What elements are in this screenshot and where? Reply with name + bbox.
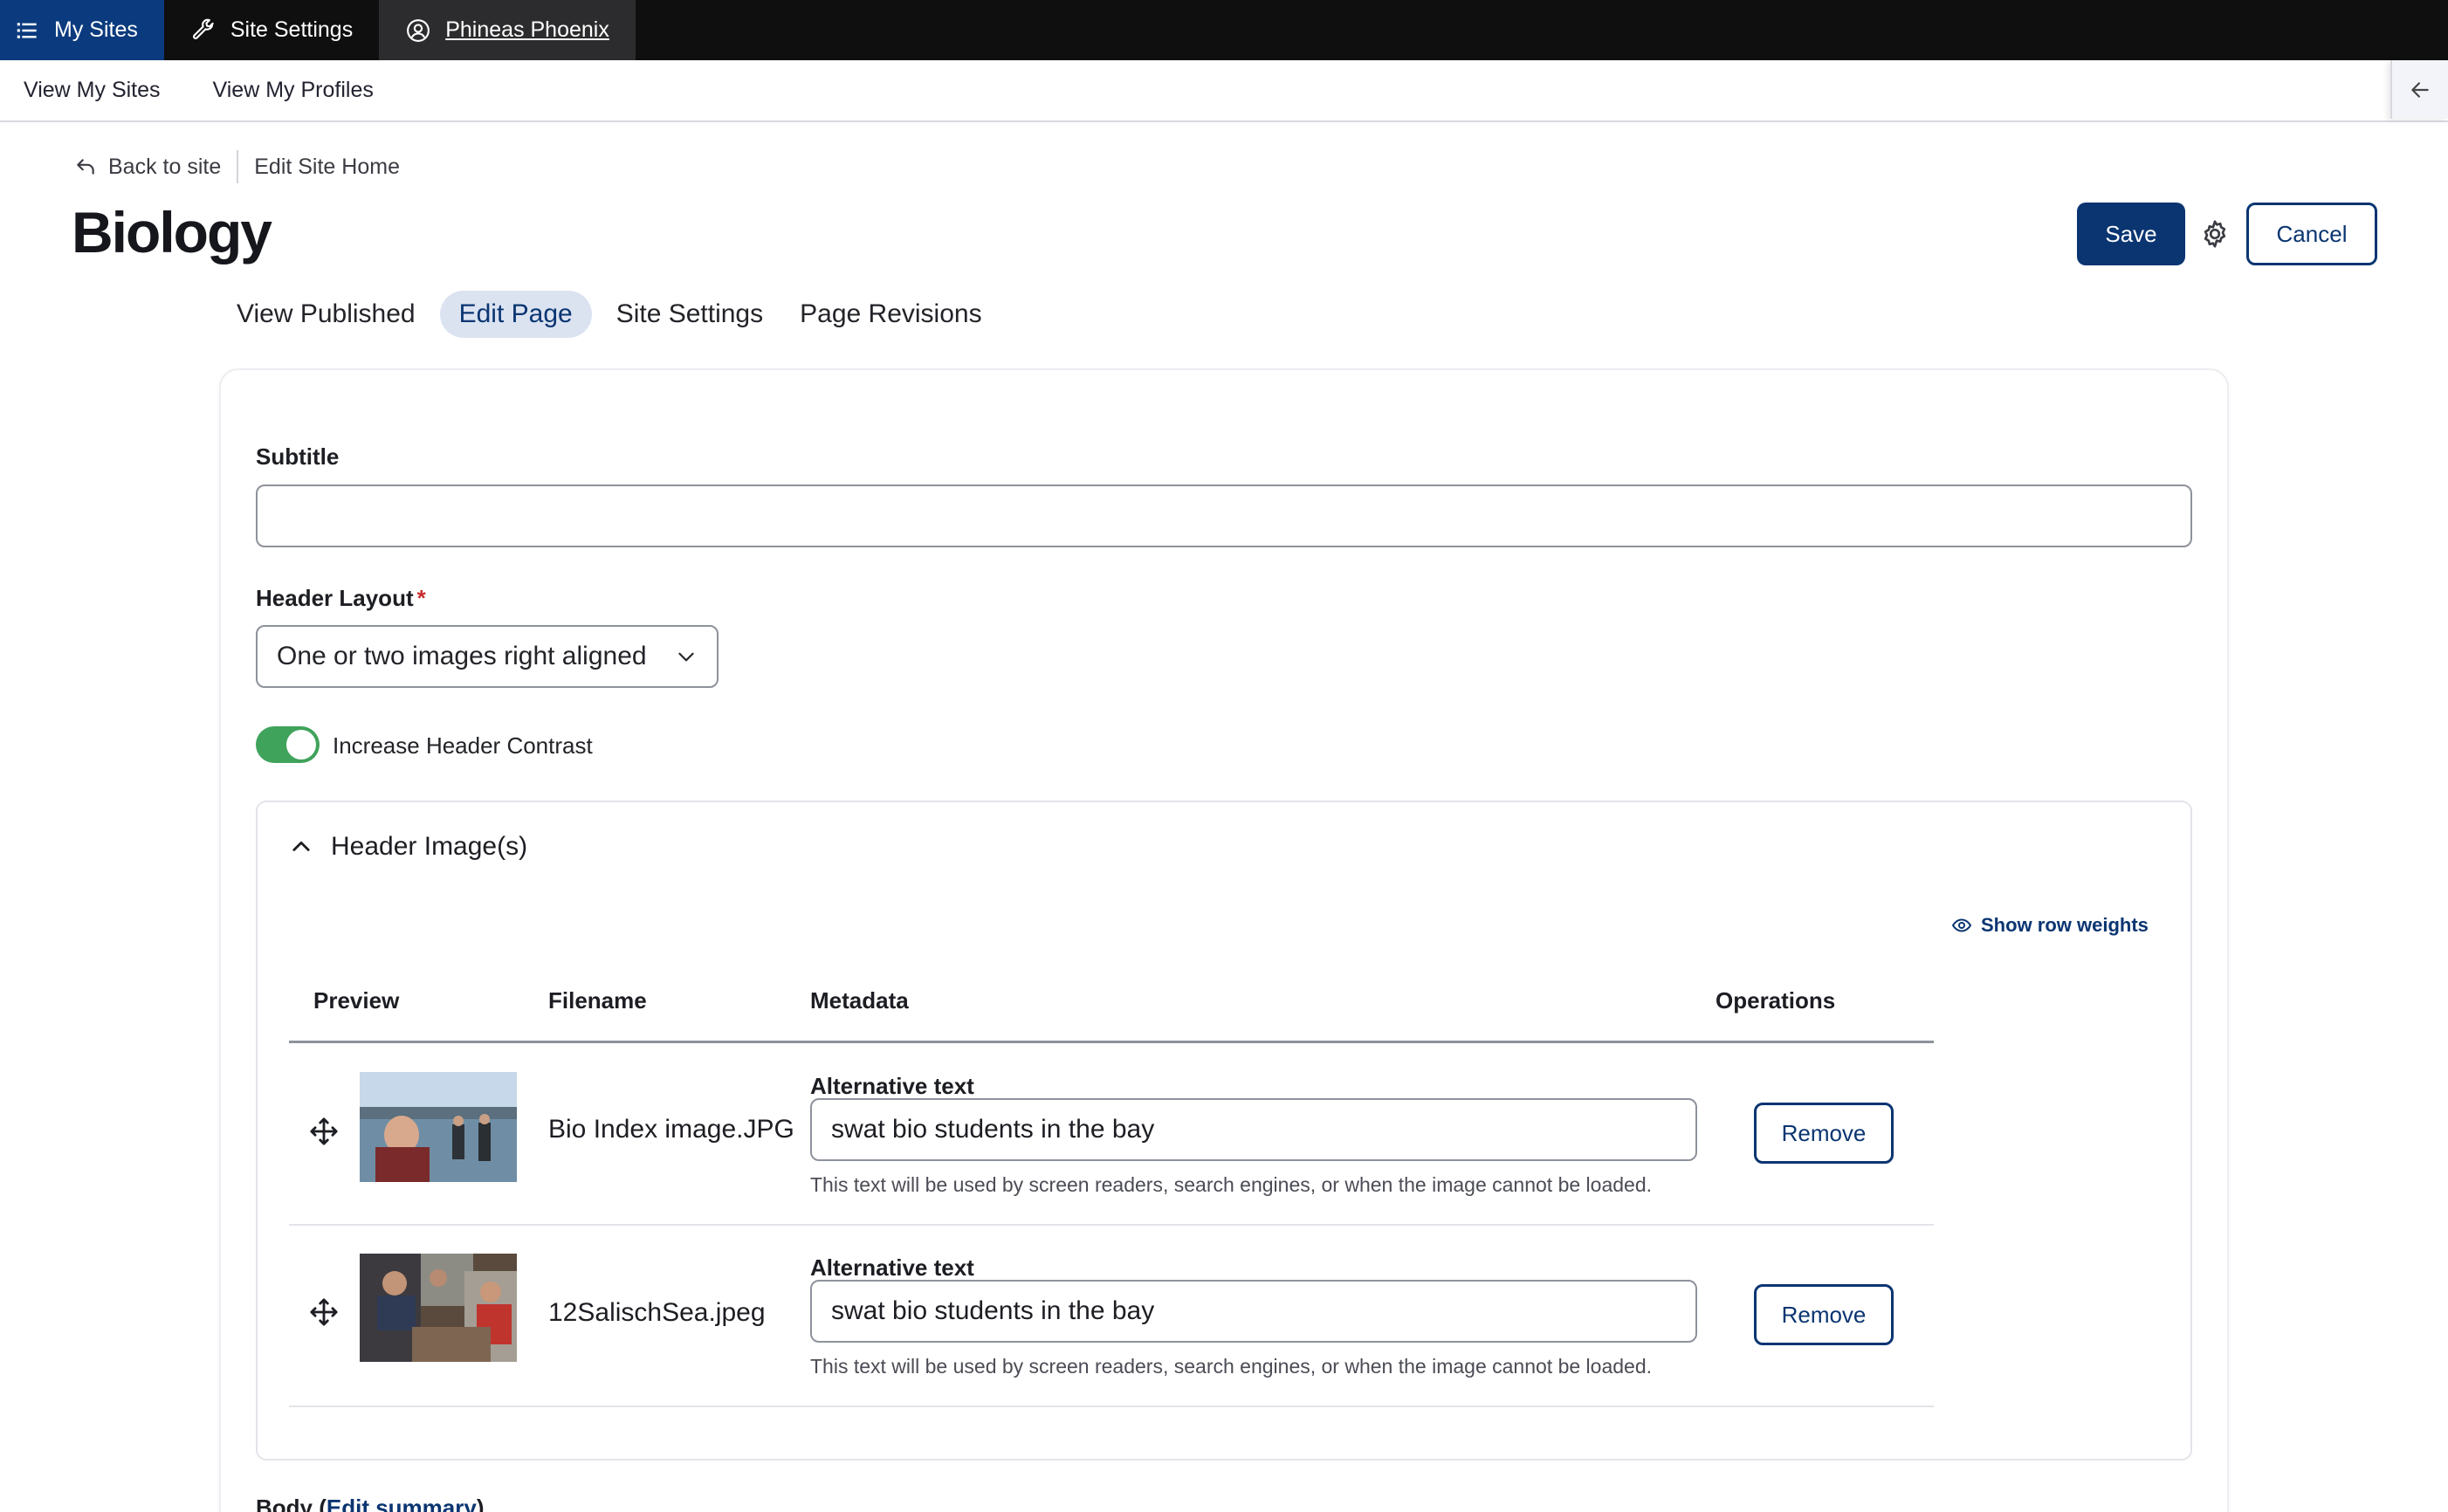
eye-icon [1951, 918, 1972, 932]
header-layout-label-text: Header Layout [256, 585, 414, 611]
header-layout-value: One or two images right aligned [277, 642, 647, 670]
body-label-suffix: ) [476, 1495, 485, 1512]
subtitle-label: Subtitle [256, 443, 340, 470]
breadcrumb-current: Edit Site Home [254, 154, 400, 179]
header-images-summary-label: Header Image(s) [331, 832, 528, 861]
alt-text-label: Alternative text [810, 1073, 974, 1099]
page-tabs: View Published Edit Page Site Settings P… [224, 291, 994, 338]
alt-text-label: Alternative text [810, 1254, 974, 1281]
row-divider [289, 1405, 1934, 1407]
filename: 12SalischSea.jpeg [548, 1298, 766, 1327]
remove-button[interactable]: Remove [1754, 1284, 1894, 1345]
toolbar-site-settings[interactable]: Site Settings [164, 0, 379, 60]
table-header-divider [289, 1041, 1934, 1043]
chevron-up-icon [292, 841, 310, 851]
back-to-site-link[interactable]: Back to site [73, 155, 221, 180]
alt-text-help: This text will be used by screen readers… [810, 1355, 1653, 1378]
page-title: Biology [72, 200, 272, 265]
return-arrow-icon [77, 159, 94, 175]
toolbar-tray: View My Sites View My Profiles [0, 60, 2448, 122]
save-button[interactable]: Save [2077, 203, 2185, 265]
tab-edit-page[interactable]: Edit Page [439, 291, 592, 338]
body-label: Body (Edit summary) [256, 1495, 485, 1512]
column-header-preview: Preview [313, 987, 400, 1014]
page: My Sites Site Settings Phineas Phoenix V… [0, 0, 2448, 1512]
show-row-weights-label: Show row weights [1981, 914, 2149, 936]
row-divider [289, 1224, 1934, 1226]
wrench-icon [190, 17, 217, 44]
alt-text-input[interactable]: swat bio students in the bay [810, 1098, 1697, 1161]
toolbar-my-sites[interactable]: My Sites [0, 0, 164, 60]
column-header-operations: Operations [1716, 987, 1836, 1014]
toggle-knob [286, 730, 316, 759]
back-to-site-label: Back to site [108, 154, 222, 179]
toolbar-user-label: Phineas Phoenix [445, 17, 609, 42]
subtitle-input[interactable] [256, 485, 2192, 547]
show-row-weights-link[interactable]: Show row weights [1951, 914, 2149, 937]
cancel-button[interactable]: Cancel [2246, 203, 2377, 265]
toolbar-my-sites-label: My Sites [54, 17, 138, 42]
edit-summary-link[interactable]: Edit summary [327, 1495, 477, 1512]
remove-button[interactable]: Remove [1754, 1103, 1894, 1164]
drag-handle-icon[interactable] [309, 1117, 339, 1146]
breadcrumb-divider [237, 150, 239, 183]
tab-view-published[interactable]: View Published [224, 291, 428, 338]
filename: Bio Index image.JPG [548, 1115, 794, 1144]
header-contrast-toggle[interactable] [256, 726, 320, 763]
tray-collapse-button[interactable] [2390, 60, 2448, 119]
header-images-details: Header Image(s) Show row weights Preview… [256, 801, 2192, 1460]
view-my-profiles-link[interactable]: View My Profiles [213, 78, 374, 103]
chevron-down-icon [678, 652, 694, 662]
header-layout-select[interactable]: One or two images right aligned [256, 625, 719, 688]
alt-text-help: This text will be used by screen readers… [810, 1173, 1653, 1196]
header-image-thumbnail [360, 1072, 517, 1182]
gear-icon[interactable] [2199, 218, 2231, 250]
body-label-prefix: Body ( [256, 1495, 327, 1512]
tab-site-settings[interactable]: Site Settings [604, 291, 775, 338]
view-my-sites-link[interactable]: View My Sites [24, 78, 161, 103]
drag-handle-icon[interactable] [309, 1297, 339, 1327]
header-layout-label: Header Layout * [256, 585, 426, 612]
alt-text-input[interactable]: swat bio students in the bay [810, 1280, 1697, 1343]
toolbar-site-settings-label: Site Settings [230, 17, 354, 42]
header-contrast-label: Increase Header Contrast [333, 732, 593, 759]
admin-toolbar: My Sites Site Settings Phineas Phoenix [0, 0, 2448, 60]
column-header-metadata: Metadata [810, 987, 909, 1014]
toolbar-user[interactable]: Phineas Phoenix [379, 0, 636, 60]
arrow-left-icon [2411, 81, 2429, 98]
list-icon [14, 17, 40, 44]
tab-page-revisions[interactable]: Page Revisions [787, 291, 994, 338]
user-icon [405, 17, 431, 44]
column-header-filename: Filename [548, 987, 647, 1014]
breadcrumb: Back to site Edit Site Home [73, 150, 400, 183]
header-image-thumbnail [360, 1254, 517, 1362]
header-images-summary[interactable]: Header Image(s) [289, 832, 527, 862]
required-mark: * [416, 585, 426, 611]
